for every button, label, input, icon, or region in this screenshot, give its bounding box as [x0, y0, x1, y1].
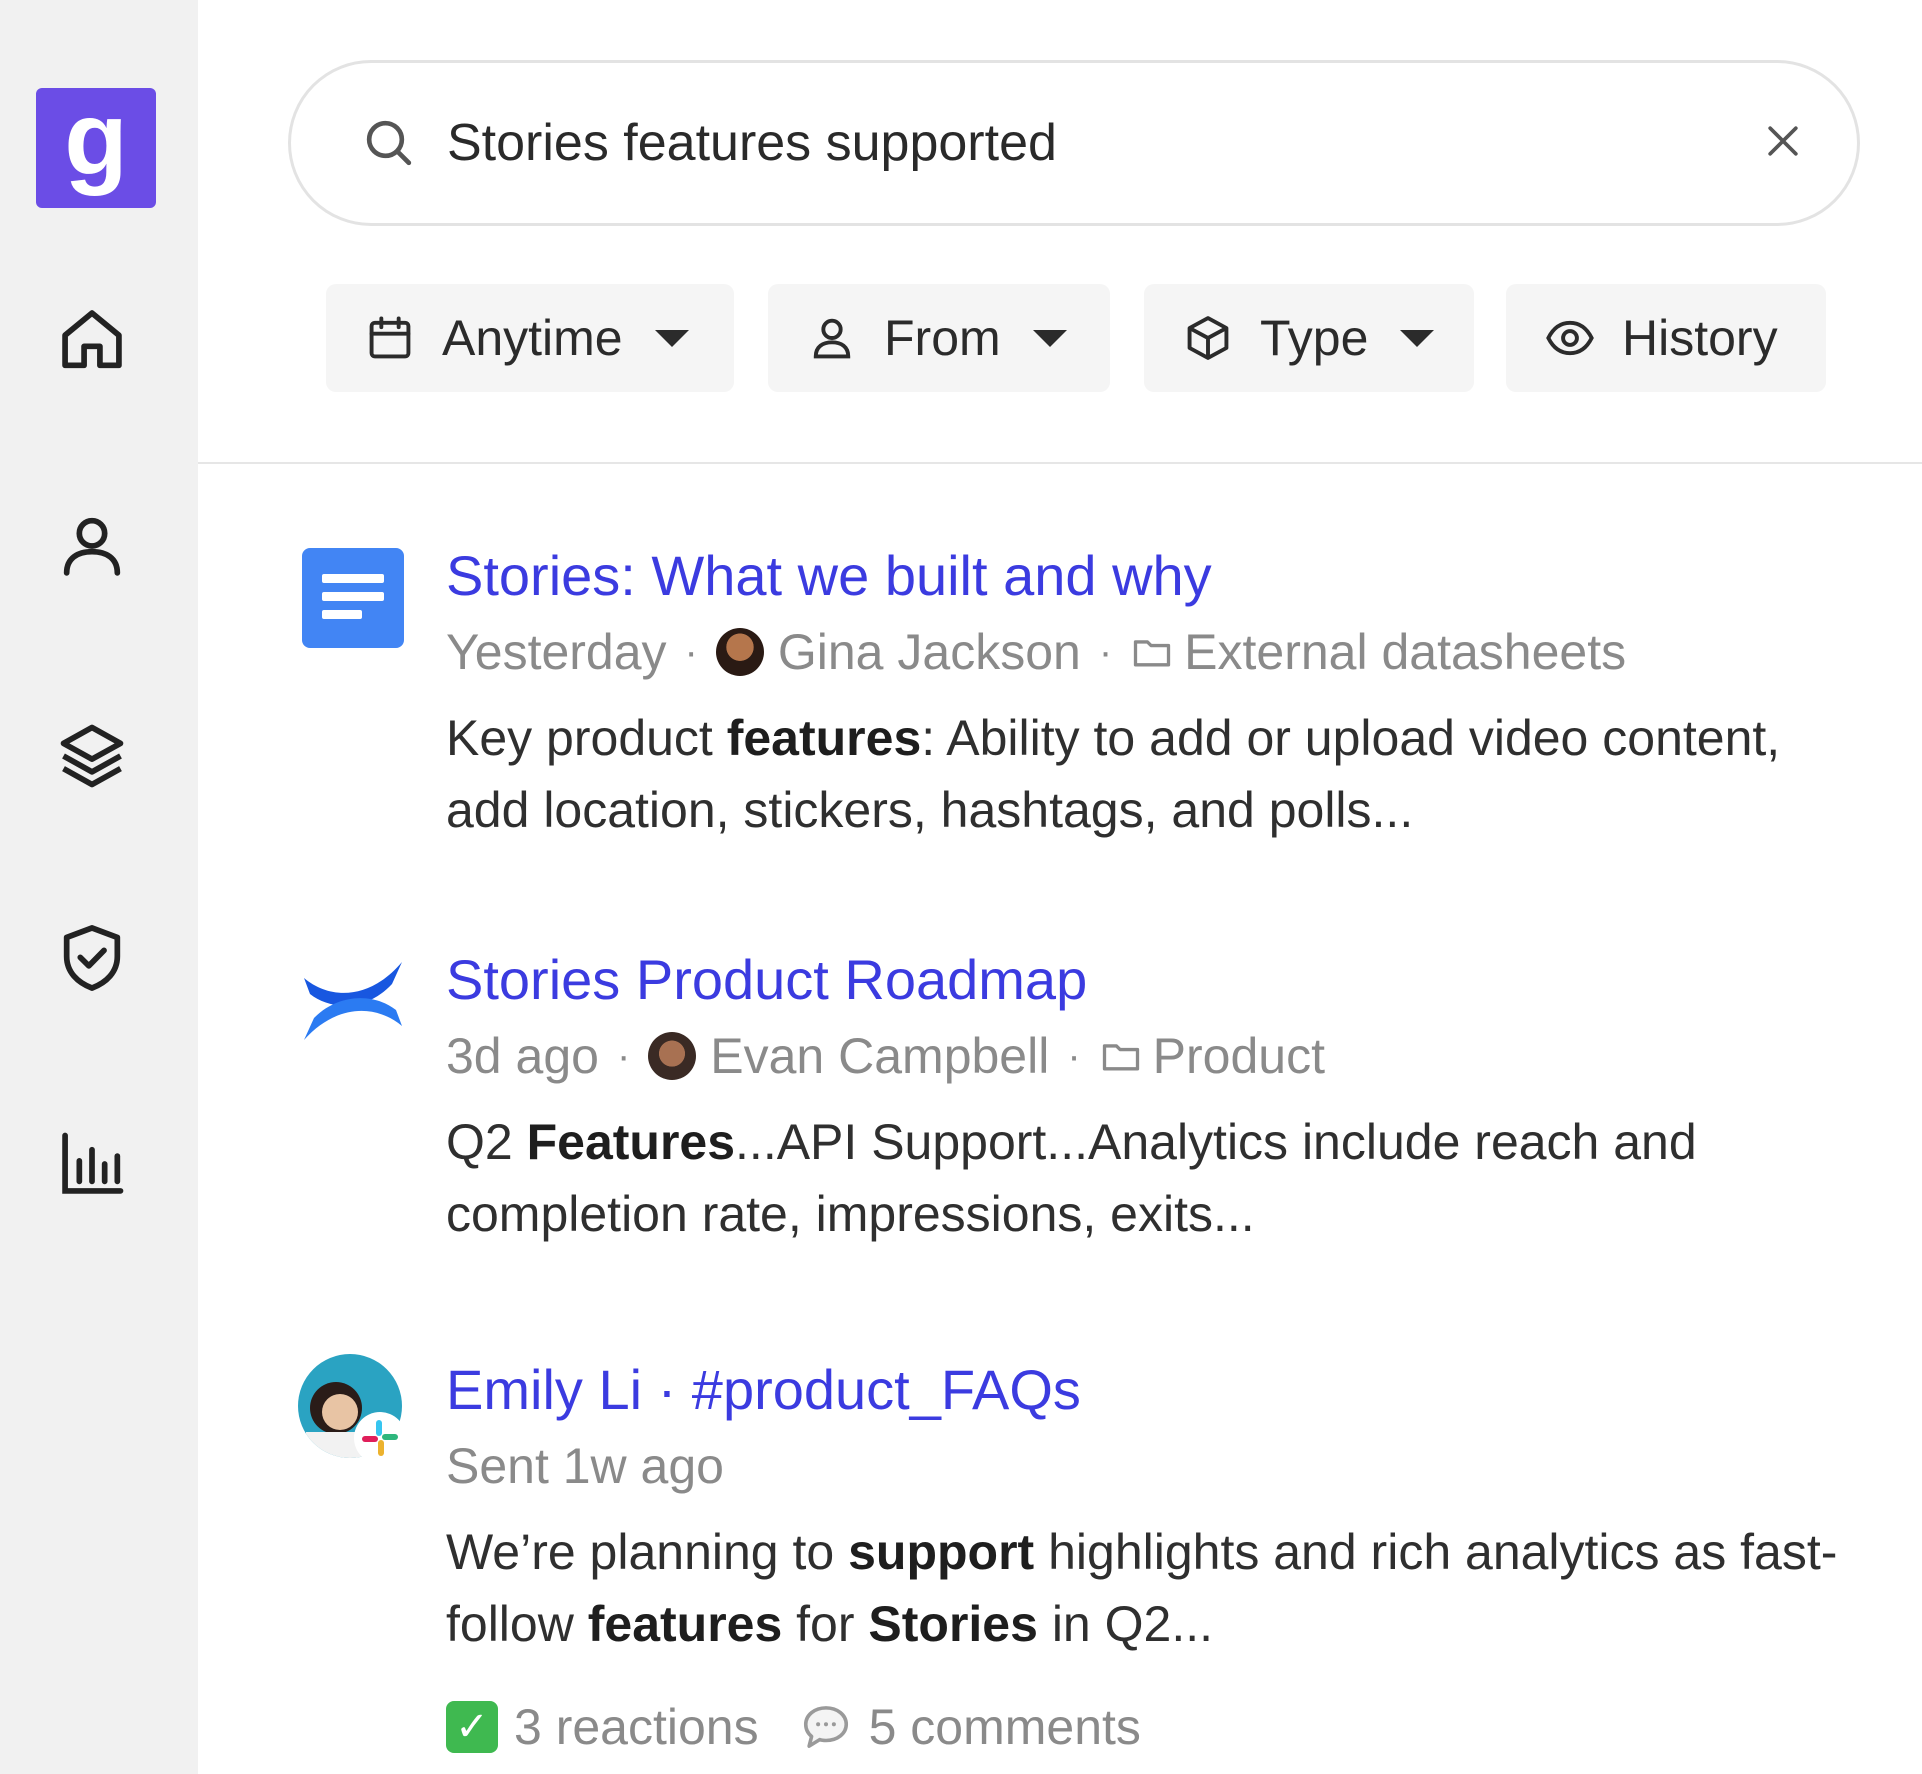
person-icon	[63, 517, 121, 576]
result-author[interactable]: Gina Jackson	[778, 622, 1081, 682]
divider	[198, 462, 1922, 464]
result-title[interactable]: Stories: What we built and why	[446, 544, 1212, 608]
result-time: Sent 1w ago	[446, 1438, 724, 1494]
check-mark-icon: ✓	[446, 1701, 498, 1753]
result-snippet: Q2 Features...API Support...Analytics in…	[446, 1106, 1866, 1250]
app-logo[interactable]: g	[36, 87, 156, 208]
search-bar[interactable]: Stories features supported	[288, 60, 1860, 226]
result-snippet: We’re planning to support highlights and…	[446, 1516, 1866, 1660]
result-author[interactable]: Evan Campbell	[710, 1026, 1049, 1086]
nav-verified[interactable]	[52, 918, 132, 998]
avatar	[648, 1032, 697, 1080]
confluence-icon	[304, 962, 402, 1040]
comments-count[interactable]: 5 comments	[869, 1698, 1141, 1756]
snippet-highlight: Stories	[868, 1596, 1038, 1652]
filter-type-label: Type	[1260, 310, 1369, 366]
home-icon	[62, 310, 122, 369]
nav-people[interactable]	[52, 506, 132, 586]
sidebar: g	[0, 0, 198, 1774]
reactions-count[interactable]: 3 reactions	[514, 1698, 759, 1756]
result-meta: Sent 1w ago	[446, 1436, 724, 1496]
result-title[interactable]: Emily Li · #product_FAQs	[446, 1358, 1081, 1422]
caret-down-icon	[654, 329, 689, 347]
filter-from-label: From	[884, 310, 1001, 366]
separator-dot: ·	[1067, 1034, 1081, 1078]
result-time: Yesterday	[446, 624, 667, 680]
nav-collections[interactable]	[52, 716, 132, 796]
filter-from[interactable]: From	[768, 284, 1110, 392]
bar-chart-icon	[62, 1132, 124, 1194]
snippet-highlight: features	[587, 1596, 783, 1652]
result-time: 3d ago	[446, 1028, 599, 1084]
close-icon[interactable]	[1761, 119, 1805, 163]
avatar	[298, 1354, 406, 1464]
nav-home[interactable]	[52, 300, 132, 380]
separator-dot: ·	[1098, 630, 1113, 674]
snippet-text: Q2	[446, 1114, 527, 1170]
filter-history-label: History	[1622, 310, 1778, 366]
search-input[interactable]: Stories features supported	[447, 113, 1057, 173]
filter-anytime[interactable]: Anytime	[326, 284, 734, 392]
slack-icon	[354, 1412, 406, 1464]
separator-dot: ·	[684, 630, 698, 674]
calendar-icon	[369, 316, 411, 359]
folder-icon	[1102, 1044, 1139, 1071]
nav-insights[interactable]	[52, 1124, 132, 1204]
filter-history[interactable]: History	[1506, 284, 1826, 392]
snippet-text: in Q2...	[1037, 1596, 1213, 1652]
result-item[interactable]: Emily Li · #product_FAQs Sent 1w ago We’…	[298, 1354, 1860, 1758]
filter-type[interactable]: Type	[1144, 284, 1474, 392]
result-folder[interactable]: Product	[1153, 1026, 1325, 1086]
result-title[interactable]: Stories Product Roadmap	[446, 948, 1087, 1012]
avatar	[715, 628, 764, 676]
snippet-highlight: support	[848, 1524, 1035, 1580]
shield-check-icon	[63, 925, 121, 991]
snippet-text: We’re planning to	[446, 1524, 849, 1580]
layers-icon	[60, 724, 124, 788]
result-meta: Yesterday · Gina Jackson · External data…	[446, 622, 1626, 682]
speech-bubble-icon	[803, 1706, 848, 1748]
folder-icon	[1133, 640, 1171, 667]
snippet-highlight: features	[726, 710, 922, 766]
snippet-highlight: Features	[526, 1114, 736, 1170]
separator-dot: ·	[616, 1034, 631, 1078]
search-icon	[366, 120, 412, 166]
caret-down-icon	[1032, 329, 1067, 347]
snippet-text: for	[782, 1596, 869, 1652]
result-folder[interactable]: External datasheets	[1184, 622, 1626, 682]
snippet-text: Key product	[446, 710, 727, 766]
result-item[interactable]: Stories Product Roadmap 3d ago · Evan Ca…	[300, 948, 1860, 1248]
result-snippet: Key product features: Ability to add or …	[446, 702, 1866, 846]
google-docs-icon	[302, 548, 404, 648]
caret-down-icon	[1400, 329, 1435, 347]
result-footer: ✓ 3 reactions 5 comments	[446, 1698, 1141, 1756]
cube-icon	[1187, 316, 1229, 360]
filter-anytime-label: Anytime	[442, 310, 623, 366]
result-item[interactable]: Stories: What we built and why Yesterday…	[300, 544, 1860, 844]
eye-icon	[1546, 320, 1594, 356]
result-meta: 3d ago · Evan Campbell · Product	[446, 1026, 1325, 1086]
person-icon	[813, 318, 851, 359]
